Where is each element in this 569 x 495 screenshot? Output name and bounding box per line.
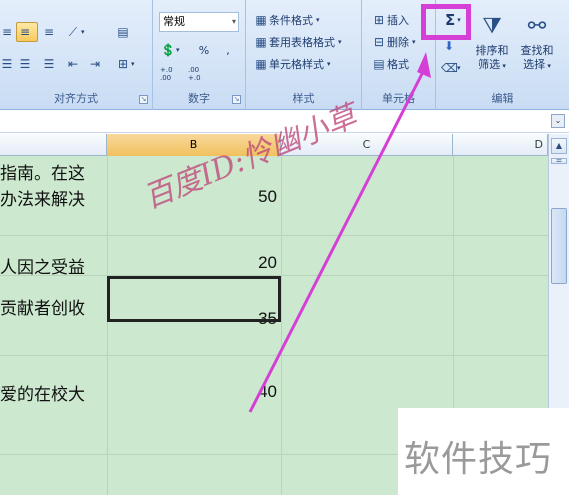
cell-a-row3[interactable]: 贡献者创收 (0, 294, 85, 319)
cell-a-row4[interactable]: 爱的在校大 (0, 380, 85, 405)
align-top-icon: ≡ (1, 25, 13, 39)
merge-center-button[interactable]: ⊞ ▾ (114, 54, 146, 74)
find-select-label-1: 查找和 (520, 44, 554, 57)
sort-filter-button[interactable]: ⧩ 排序和 筛选 ▾ (472, 10, 512, 73)
align-right-button[interactable]: ☰ (40, 54, 60, 74)
alignment-launcher[interactable]: ↘ (139, 95, 148, 104)
scroll-up-arrow-icon[interactable]: ▲ (551, 138, 567, 154)
increase-decimal-button[interactable]: +.0 .00 (159, 64, 183, 84)
cell-b-row4[interactable]: 40 (217, 382, 277, 402)
align-bottom-button[interactable]: ≡ (40, 22, 60, 42)
align-left-icon: ☰ (1, 57, 13, 71)
delete-cells-icon: ⊟ (373, 35, 385, 49)
currency-button[interactable]: 💲 ▾ (159, 40, 189, 60)
comma-button[interactable]: , (219, 40, 237, 60)
text-orientation-icon: ⟋ (68, 25, 78, 39)
percent-button[interactable]: % (193, 40, 215, 60)
increase-indent-icon: ⇥ (89, 57, 101, 71)
sort-filter-icon: ⧩ (482, 14, 502, 39)
corner-watermark-label: 软件技巧 (404, 439, 553, 480)
wrap-text-icon: ▤ (117, 25, 129, 39)
merge-cells-icon: ⊞ (117, 57, 129, 71)
clear-button[interactable]: ⌫ ▾ (440, 58, 470, 78)
expand-formula-bar-button[interactable]: ⌄ (551, 114, 565, 128)
delete-label: 删除 (387, 36, 409, 49)
find-select-button[interactable]: ⚯ 查找和 选择 ▾ (516, 10, 558, 73)
cell-b-row2[interactable]: 20 (217, 253, 277, 273)
increase-decimal-label: +.0 .00 (160, 66, 173, 82)
table-format-icon: ▦ (255, 35, 267, 49)
decrease-decimal-button[interactable]: .00 +.0 (187, 64, 211, 84)
column-header-a[interactable] (0, 134, 107, 156)
wrap-text-button[interactable]: ▤ (114, 22, 136, 42)
cells-group-label: 单元格 (382, 92, 415, 105)
column-divider (281, 156, 282, 495)
alignment-group: ≡ ≡ ≡ ⟋ ▾ ▤ ☰ ☰ ☰ ⇤ ⇥ ⊞ ▾ 对齐方式 ↘ (0, 0, 153, 110)
cell-styles-icon: ▦ (255, 57, 267, 71)
cell-a-row2[interactable]: 人因之受益 (0, 253, 85, 278)
table-format-label: 套用表格格式 (269, 36, 335, 49)
selected-cell[interactable] (107, 276, 281, 322)
cell-a-row1-line1[interactable]: 指南。在这 (0, 159, 85, 184)
align-right-icon: ☰ (43, 57, 55, 71)
align-top-button[interactable]: ≡ (0, 22, 16, 42)
align-left-button[interactable]: ☰ (0, 54, 16, 74)
currency-icon: 💲 (160, 43, 176, 57)
cell-styles-button[interactable]: ▦ 单元格样式 ▾ (252, 54, 358, 74)
number-launcher[interactable]: ↘ (232, 95, 241, 104)
align-center-button[interactable]: ☰ (16, 54, 38, 74)
sort-filter-label-1: 排序和 (475, 44, 509, 57)
decrease-indent-icon: ⇤ (67, 57, 79, 71)
align-middle-icon: ≡ (19, 25, 31, 39)
format-label: 格式 (387, 58, 409, 71)
cell-b-row1[interactable]: 50 (217, 187, 277, 207)
split-handle[interactable]: = (551, 157, 567, 165)
decrease-decimal-label: .00 +.0 (188, 66, 201, 82)
number-format-value: 常规 (163, 15, 185, 28)
insert-label: 插入 (387, 14, 409, 27)
orientation-button[interactable]: ⟋ ▾ (64, 22, 98, 42)
binoculars-icon: ⚯ (527, 14, 547, 39)
increase-indent-button[interactable]: ⇥ (86, 54, 106, 74)
align-bottom-icon: ≡ (43, 25, 55, 39)
column-divider (107, 156, 108, 495)
autosum-highlight-box (421, 4, 471, 40)
table-format-button[interactable]: ▦ 套用表格格式 ▾ (252, 32, 362, 52)
ribbon: ≡ ≡ ≡ ⟋ ▾ ▤ ☰ ☰ ☰ ⇤ ⇥ ⊞ ▾ 对齐方式 ↘ 常规 ▾ 💲 ▾ %… (0, 0, 569, 110)
row-divider (0, 235, 548, 236)
fill-down-icon: ⬇ (443, 39, 455, 53)
cell-styles-label: 单元格样式 (269, 58, 324, 71)
find-select-label-2: 选择 (523, 58, 546, 71)
align-middle-button[interactable]: ≡ (16, 22, 38, 42)
format-button[interactable]: ▤ 格式 (370, 54, 430, 74)
number-group: 常规 ▾ 💲 ▾ % , +.0 .00 .00 +.0 数字 ↘ (153, 0, 246, 110)
align-center-icon: ☰ (19, 57, 31, 71)
eraser-icon: ⌫ (441, 61, 458, 75)
sort-filter-label-2: 筛选 (478, 58, 501, 71)
conditional-format-label: 条件格式 (269, 14, 313, 27)
percent-label: % (198, 43, 210, 57)
scroll-thumb[interactable] (551, 208, 567, 284)
decrease-indent-button[interactable]: ⇤ (64, 54, 84, 74)
insert-cells-icon: ⊞ (373, 13, 385, 27)
column-header-d[interactable]: D (453, 134, 548, 156)
alignment-group-label: 对齐方式 (54, 92, 98, 105)
editing-group-label: 编辑 (491, 92, 514, 105)
cell-a-row1-line2[interactable]: 办法来解决 (0, 185, 85, 210)
conditional-format-button[interactable]: ▦ 条件格式 ▾ (252, 10, 358, 30)
chevron-down-icon: ▾ (231, 17, 236, 26)
comma-label: , (226, 43, 230, 57)
number-format-select[interactable]: 常规 ▾ (159, 12, 239, 32)
row-divider (0, 355, 548, 356)
conditional-format-icon: ▦ (255, 13, 267, 27)
format-cells-icon: ▤ (373, 57, 385, 71)
